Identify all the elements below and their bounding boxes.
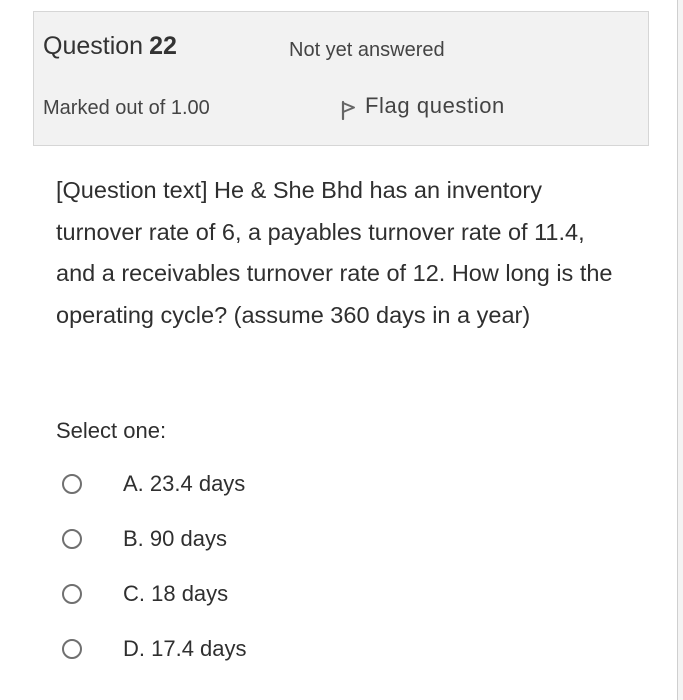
answer-option-d[interactable]: D. 17.4 days (62, 636, 247, 662)
radio-button-b[interactable] (62, 529, 82, 549)
question-number: 22 (149, 32, 177, 60)
answer-option-c[interactable]: C. 18 days (62, 581, 228, 607)
flag-icon[interactable] (340, 92, 356, 120)
answer-option-b[interactable]: B. 90 days (62, 526, 227, 552)
answer-prompt: Select one: (56, 418, 167, 443)
radio-button-a[interactable] (62, 474, 82, 494)
radio-button-d[interactable] (62, 639, 82, 659)
flag-question-label[interactable]: Flag question (365, 93, 505, 119)
question-heading: Question 22 (43, 32, 177, 61)
answer-option-label[interactable]: B. 90 days (123, 526, 227, 552)
answer-option-label[interactable]: D. 17.4 days (123, 636, 247, 662)
question-label: Question (43, 32, 144, 60)
flag-question-toggle[interactable]: Flag question (340, 92, 505, 120)
question-state: Not yet answered (289, 39, 445, 61)
window-edge (677, 0, 683, 700)
answer-option-label[interactable]: C. 18 days (123, 581, 228, 607)
answer-option-a[interactable]: A. 23.4 days (62, 471, 245, 497)
question-info-panel: Question 22 Not yet answered Marked out o… (33, 11, 649, 146)
answer-option-label[interactable]: A. 23.4 days (123, 471, 245, 497)
radio-button-c[interactable] (62, 584, 82, 604)
question-text: [Question text] He & She Bhd has an inve… (56, 177, 613, 328)
question-grade: Marked out of 1.00 (43, 97, 210, 119)
